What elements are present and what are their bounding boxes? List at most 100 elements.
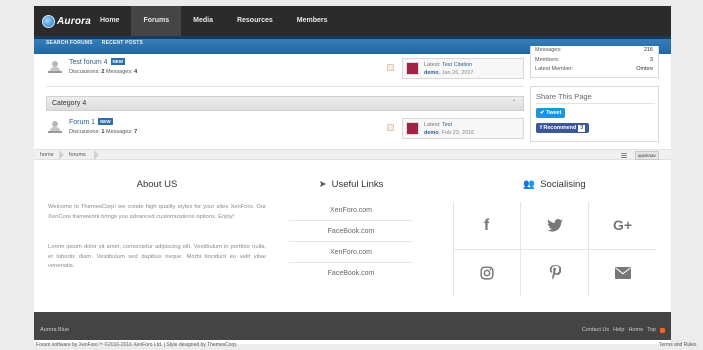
breadcrumb-separator-icon bbox=[59, 150, 64, 160]
recent-posts-link[interactable]: RECENT POSTS bbox=[102, 40, 143, 46]
useful-link[interactable]: XenForo.com bbox=[289, 200, 413, 221]
help-link[interactable]: Help bbox=[613, 327, 624, 333]
facebook-recommend-button[interactable]: f Recommend 3 bbox=[536, 123, 590, 133]
home-link[interactable]: Home bbox=[628, 327, 643, 333]
nav-tab-members[interactable]: Members bbox=[285, 6, 340, 36]
breadcrumb-separator-icon bbox=[94, 150, 99, 160]
copyright-text: Forum software by XenForo™ ©2010-2016 Xe… bbox=[36, 342, 238, 348]
stat-latest-member: Latest Member: Ombre bbox=[535, 66, 653, 72]
tweet-label: Tweet bbox=[546, 110, 562, 116]
avatar[interactable] bbox=[406, 122, 419, 135]
rss-icon[interactable] bbox=[660, 327, 665, 333]
forum-stats-box: Messages: 216 Members: 3 Latest Member: … bbox=[530, 46, 659, 78]
useful-link[interactable]: XenForo.com bbox=[289, 242, 413, 263]
category-header[interactable]: Category 4 ⌃ bbox=[46, 96, 524, 111]
latest-meta: demo, Feb 23, 2016 bbox=[424, 130, 475, 136]
messages-count: 4 bbox=[134, 69, 138, 75]
useful-link[interactable]: FaceBook.com bbox=[289, 263, 413, 284]
pinterest-icon[interactable] bbox=[521, 249, 588, 296]
email-icon[interactable] bbox=[589, 249, 656, 296]
menu-icon[interactable] bbox=[621, 153, 627, 158]
messages-label: Messages: bbox=[106, 69, 133, 75]
footer-links: Contact Us Help Home Top bbox=[582, 327, 665, 333]
latest-thread: Latest: Test bbox=[424, 122, 452, 128]
divider bbox=[536, 103, 655, 104]
paper-plane-icon: ➤ bbox=[318, 179, 327, 190]
latest-label: Latest: bbox=[424, 62, 441, 68]
breadcrumb: home forums quicknav bbox=[34, 149, 671, 160]
footer-bar: Aurora Blue Contact Us Help Home Top bbox=[34, 312, 671, 340]
tweet-button[interactable]: ✔ Tweet bbox=[536, 108, 566, 118]
forum-title-link[interactable]: Test forum 4 bbox=[69, 59, 108, 66]
collapse-icon[interactable]: ⌃ bbox=[509, 99, 519, 108]
recommend-label: Recommend bbox=[543, 125, 577, 131]
page-container: Aurora Home Forums Media Resources Membe… bbox=[34, 6, 671, 344]
forum-title-link[interactable]: Forum 1 bbox=[69, 119, 95, 126]
latest-date: Jan 26, 2017 bbox=[441, 70, 474, 76]
discussions-count: 2 bbox=[101, 69, 105, 75]
rss-icon[interactable] bbox=[387, 64, 394, 71]
forum-icon bbox=[48, 121, 62, 133]
facebook-icon[interactable]: f bbox=[453, 202, 520, 249]
latest-thread-link[interactable]: Test Citation bbox=[442, 62, 472, 68]
breadcrumb-forums[interactable]: forums bbox=[69, 152, 86, 158]
about-paragraph: Welcome to ThemesCorp! we create high qu… bbox=[48, 204, 266, 220]
site-logo[interactable]: Aurora bbox=[42, 11, 91, 31]
share-title: Share This Page bbox=[536, 92, 592, 101]
about-paragraph: Lorem ipsum dolor sit amet, consectetur … bbox=[48, 244, 266, 269]
stat-label: Latest Member: bbox=[535, 66, 574, 72]
share-box: Share This Page ✔ Tweet f Recommend 3 bbox=[530, 86, 659, 142]
recommend-count: 3 bbox=[578, 125, 586, 132]
stat-messages: Messages: 216 bbox=[535, 47, 653, 53]
about-title: About US bbox=[48, 179, 266, 190]
forum-stats: Discussions: 2 Messages: 4 bbox=[69, 69, 137, 75]
latest-meta: demo, Jan 26, 2017 bbox=[424, 70, 474, 76]
divider bbox=[46, 86, 524, 87]
socialising-title-text: Socialising bbox=[540, 179, 586, 190]
avatar[interactable] bbox=[406, 62, 419, 75]
top-link[interactable]: Top bbox=[647, 327, 656, 333]
instagram-icon[interactable] bbox=[453, 249, 520, 296]
latest-thread-link[interactable]: Test bbox=[442, 122, 452, 128]
nav-tab-home[interactable]: Home bbox=[88, 6, 131, 36]
forum-row: Test forum 4 NEW Discussions: 2 Messages:… bbox=[46, 57, 524, 81]
latest-label: Latest: bbox=[424, 122, 441, 128]
logo-icon bbox=[42, 14, 55, 28]
about-title-text: About US bbox=[136, 179, 178, 190]
forum-title: Forum 1 NEW bbox=[69, 118, 113, 126]
latest-user-link[interactable]: demo bbox=[424, 70, 439, 76]
nav-tab-forums[interactable]: Forums bbox=[131, 6, 182, 36]
new-badge: NEW bbox=[98, 118, 113, 125]
logo-text: Aurora bbox=[57, 15, 91, 27]
latest-date: Feb 23, 2016 bbox=[441, 130, 475, 136]
discussions-count: 1 bbox=[101, 129, 105, 135]
style-chooser-link[interactable]: Aurora Blue bbox=[40, 327, 69, 333]
nav-tab-media[interactable]: Media bbox=[181, 6, 225, 36]
google-plus-icon[interactable]: G+ bbox=[589, 202, 656, 249]
twitter-icon[interactable] bbox=[521, 202, 588, 249]
main-nav: Home Forums Media Resources Members bbox=[88, 6, 340, 36]
social-grid: f G+ bbox=[453, 202, 656, 296]
forum-icon bbox=[48, 61, 62, 73]
breadcrumb-home[interactable]: home bbox=[40, 152, 54, 158]
contact-us-link[interactable]: Contact Us bbox=[582, 327, 609, 333]
useful-links-title-text: Useful Links bbox=[331, 179, 384, 190]
latest-user-link[interactable]: demo bbox=[424, 130, 439, 136]
search-forums-link[interactable]: SEARCH FORUMS bbox=[46, 40, 93, 46]
latest-thread: Latest: Test Citation bbox=[424, 62, 472, 68]
terms-link[interactable]: Terms and Rules bbox=[659, 342, 697, 348]
stat-members: Members: 3 bbox=[535, 57, 653, 63]
category-title[interactable]: Category 4 bbox=[52, 100, 86, 107]
stat-value: 3 bbox=[649, 57, 653, 63]
nav-tab-resources[interactable]: Resources bbox=[225, 6, 285, 36]
quicknav-button[interactable]: quicknav bbox=[635, 151, 659, 160]
useful-link[interactable]: FaceBook.com bbox=[289, 221, 413, 242]
stat-value[interactable]: Ombre bbox=[636, 66, 653, 72]
latest-post-box: Latest: Test Citation demo, Jan 26, 2017 bbox=[402, 58, 524, 79]
users-icon: 👥 bbox=[523, 179, 536, 190]
forum-row: Forum 1 NEW Discussions: 1 Messages: 7 La… bbox=[46, 117, 524, 141]
rss-icon[interactable] bbox=[387, 124, 394, 131]
stat-label: Members: bbox=[535, 57, 560, 63]
forum-stats: Discussions: 1 Messages: 7 bbox=[69, 129, 137, 135]
socialising-title: 👥 Socialising bbox=[453, 179, 656, 190]
